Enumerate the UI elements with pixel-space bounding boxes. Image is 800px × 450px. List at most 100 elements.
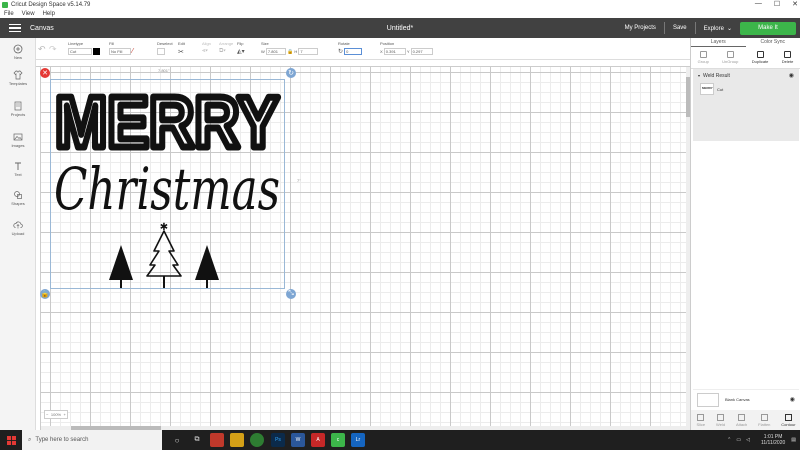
search-icon: ⌕	[28, 436, 32, 443]
blank-canvas-label: Blank Canvas	[725, 397, 750, 402]
pos-x-prefix: X	[380, 49, 383, 54]
sidebar-item-projects[interactable]: Projects	[0, 101, 36, 117]
hamburger-menu-icon[interactable]	[9, 23, 21, 33]
sidebar-item-label: Templates	[8, 81, 28, 86]
rotate-handle-icon[interactable]: ↻	[286, 68, 296, 78]
projects-icon	[14, 101, 22, 111]
flatten-button[interactable]: Flatten	[758, 413, 770, 427]
my-projects-link[interactable]: My Projects	[625, 25, 656, 31]
size-width-input[interactable]: 7.801	[265, 48, 286, 55]
arrange-icon[interactable]: ⧉▾	[219, 48, 226, 54]
shapes-icon	[14, 191, 22, 199]
sidebar-item-templates[interactable]: Templates	[0, 70, 36, 86]
zoom-control: − 100% +	[44, 410, 68, 419]
duplicate-button[interactable]: Duplicate	[751, 51, 769, 64]
explore-menu[interactable]: Explore ⌄	[704, 25, 732, 32]
windows-start-button[interactable]	[0, 430, 22, 450]
cricut-taskbar-icon[interactable]: c	[331, 433, 345, 447]
fill-select[interactable]: No Fill	[109, 48, 131, 55]
layer-item[interactable]: MERRY Cut	[700, 83, 723, 95]
eye-icon[interactable]: ◉	[790, 396, 795, 403]
lightroom-icon[interactable]: Lr	[351, 433, 365, 447]
lock-handle-icon[interactable]: 🔒	[40, 289, 50, 299]
undo-icon[interactable]: ↶	[38, 44, 46, 55]
chrome-icon[interactable]	[250, 433, 264, 447]
clock[interactable]: 1:01 PM 11/11/2020	[761, 434, 785, 446]
blank-canvas-row[interactable]: Blank Canvas ◉	[693, 389, 799, 409]
layer-group-weld-result[interactable]: ▾ Weld Result ◉ MERRY Cut	[693, 69, 799, 141]
word-icon[interactable]: W	[291, 433, 305, 447]
menu-view[interactable]: View	[22, 11, 35, 17]
zoom-in-icon[interactable]: +	[63, 412, 65, 417]
photoshop-icon[interactable]: Ps	[271, 433, 285, 447]
ungroup-label: UnGroup	[722, 59, 739, 64]
tray-chevron-icon[interactable]: ⌃	[727, 437, 731, 443]
attach-button[interactable]: Attach	[736, 413, 747, 427]
cricut-app-icon	[2, 2, 8, 8]
duplicate-label: Duplicate	[751, 59, 769, 64]
sidebar-item-shapes[interactable]: Shapes	[0, 190, 36, 206]
flip-label: Flip	[237, 41, 244, 46]
make-it-button[interactable]: Make It	[740, 21, 796, 35]
maximize-button[interactable]: ☐	[774, 0, 780, 8]
position-label: Position	[380, 41, 395, 46]
flatten-icon	[760, 413, 768, 421]
rotate-input[interactable]: 0	[344, 48, 363, 55]
align-icon[interactable]: ⫷▾	[202, 48, 208, 54]
slice-button[interactable]: Slice	[696, 413, 705, 427]
volume-icon[interactable]: ◁	[746, 437, 750, 443]
file-explorer-icon[interactable]	[230, 433, 244, 447]
menu-file[interactable]: File	[4, 11, 14, 17]
deselect-label: Deselect	[157, 41, 173, 46]
minimize-button[interactable]: —	[755, 0, 762, 8]
task-view-icon[interactable]: ⧉	[190, 433, 204, 447]
flip-icon[interactable]: ◭▾	[237, 49, 245, 55]
network-icon[interactable]: ▭	[736, 437, 741, 443]
canvas-color-swatch[interactable]	[697, 392, 719, 407]
sidebar-item-images[interactable]: Images	[0, 132, 36, 148]
weld-button[interactable]: Weld	[716, 413, 725, 427]
redo-icon[interactable]: ↷	[49, 44, 57, 55]
pos-y-prefix: Y	[406, 49, 410, 54]
group-icon	[699, 51, 707, 58]
ungroup-button[interactable]: UnGroup	[722, 51, 738, 64]
shirt-icon	[13, 70, 23, 80]
resize-handle-icon[interactable]: ⤡	[286, 289, 296, 299]
eye-icon[interactable]: ◉	[789, 72, 794, 79]
contour-button[interactable]: Contour	[781, 413, 796, 427]
save-button[interactable]: Save	[673, 25, 687, 31]
close-window-button[interactable]: ✕	[792, 0, 798, 8]
linetype-select[interactable]: Cut	[68, 48, 92, 55]
sidebar-item-new[interactable]: New	[0, 44, 36, 60]
size-label: Size	[261, 41, 269, 46]
sidebar-item-upload[interactable]: Upload	[0, 220, 36, 236]
delete-button[interactable]: Delete	[782, 51, 793, 64]
section-label: Canvas	[30, 24, 54, 32]
size-height-input[interactable]: 7	[298, 48, 319, 55]
tab-color-sync[interactable]: Color Sync	[746, 38, 800, 47]
delete-handle-icon[interactable]: ✕	[40, 68, 50, 78]
sidebar-item-text[interactable]: Text	[0, 161, 36, 177]
taskbar-search[interactable]: ⌕ Type here to search	[22, 430, 162, 450]
notifications-icon[interactable]: ▤	[791, 437, 796, 443]
group-button[interactable]: Group	[698, 51, 709, 64]
upload-icon	[13, 221, 23, 229]
sidebar-item-label: Shapes	[11, 201, 25, 206]
caret-down-icon[interactable]: ▾	[698, 73, 700, 78]
acrobat-icon[interactable]: A	[311, 433, 325, 447]
edit-icon[interactable]: ✂	[178, 49, 184, 56]
position-y-input[interactable]: 0.297	[410, 48, 433, 55]
lock-aspect-icon[interactable]: 🔒	[287, 49, 293, 55]
tab-layers[interactable]: Layers	[691, 38, 746, 47]
ruler-horizontal	[36, 60, 690, 67]
linetype-color-swatch[interactable]	[93, 48, 101, 55]
window-title: Cricut Design Space v5.14.79	[11, 2, 91, 8]
duplicate-icon	[756, 51, 764, 58]
app-icon-1[interactable]	[210, 433, 224, 447]
zoom-out-icon[interactable]: −	[46, 412, 48, 417]
position-x-input[interactable]: 0.391	[383, 48, 406, 55]
cortana-icon[interactable]: ○	[170, 433, 184, 447]
deselect-icon[interactable]	[157, 48, 165, 55]
menu-help[interactable]: Help	[43, 11, 55, 17]
text-icon	[15, 162, 21, 170]
